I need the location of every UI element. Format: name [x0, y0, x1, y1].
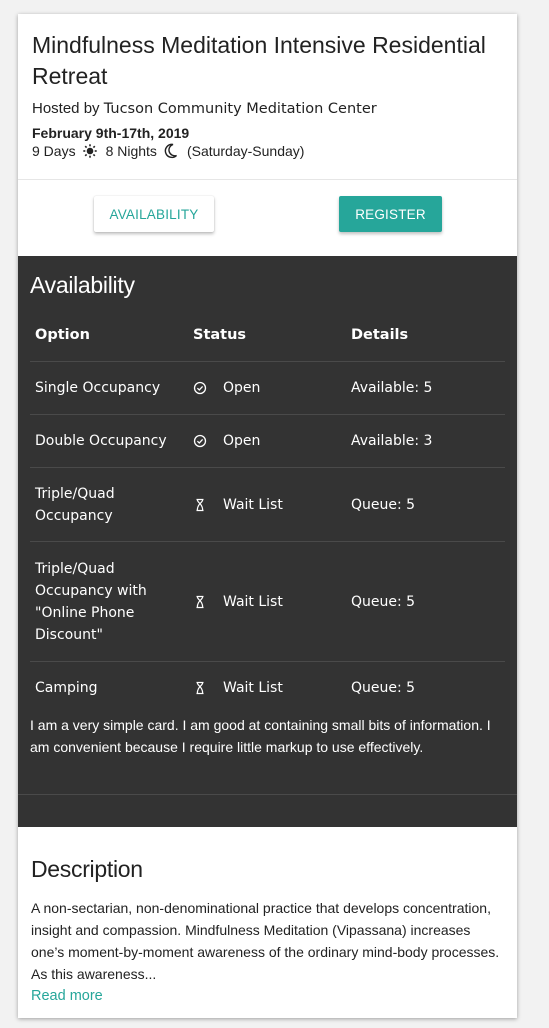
description-section: Description A non-sectarian, non-denomin…: [31, 856, 501, 1005]
hourglass-icon: [193, 595, 207, 609]
table-row: Camping Wait List Queue: 5: [30, 661, 505, 715]
event-title: Mindfulness Meditation Intensive Residen…: [32, 32, 486, 89]
sun-icon: [82, 143, 98, 159]
option-cell: Camping: [35, 680, 98, 697]
host-name: Tucson Community Meditation Center: [103, 101, 377, 117]
days-count: 9 Days: [32, 143, 76, 159]
availability-table: Option Status Details Single Occupancy O…: [30, 308, 505, 715]
availability-panel: Availability Option Status Details Singl…: [18, 256, 517, 827]
status-cell: Wait List: [193, 594, 341, 610]
details-cell: Queue: 5: [351, 496, 416, 513]
event-dates: February 9th-17th, 2019: [32, 125, 190, 141]
hourglass-icon: [193, 498, 207, 512]
event-card: Mindfulness Meditation Intensive Residen…: [18, 14, 517, 1018]
check-circle-icon: [193, 381, 207, 395]
availability-title: Availability: [30, 272, 135, 298]
hourglass-icon: [193, 681, 207, 695]
status-cell: Wait List: [193, 680, 341, 696]
option-cell: Single Occupancy: [35, 380, 161, 396]
details-cell: Queue: 5: [351, 680, 416, 697]
availability-button[interactable]: Availability: [94, 196, 214, 232]
read-more-link[interactable]: Read more: [31, 988, 103, 1004]
date-range: (Saturday-Sunday): [186, 143, 305, 159]
check-circle-icon: [193, 434, 207, 448]
table-row: Double Occupancy Open Available: 3: [30, 414, 505, 468]
table-row: Triple/Quad Occupancy Wait List Queue: 5: [30, 467, 505, 542]
description-title: Description: [31, 856, 143, 882]
action-bar: Availability Register: [18, 180, 517, 256]
status-text: Open: [223, 380, 261, 396]
details-cell: Queue: 5: [351, 593, 416, 610]
status-text: Open: [223, 433, 261, 449]
option-cell: Triple/Quad Occupancy: [35, 485, 115, 524]
details-cell: Available: 5: [351, 380, 433, 396]
host-line: Hosted by Tucson Community Meditation Ce…: [32, 100, 503, 117]
status-cell: Wait List: [193, 497, 341, 513]
description-text: A non-sectarian, non-denominational prac…: [31, 900, 500, 982]
column-header-details: Details: [351, 326, 409, 343]
status-text: Wait List: [223, 593, 283, 610]
option-cell: Double Occupancy: [35, 433, 167, 449]
option-cell: Triple/Quad Occupancy with "Online Phone…: [35, 560, 147, 643]
table-row: Single Occupancy Open Available: 5: [30, 361, 505, 415]
register-button[interactable]: Register: [339, 196, 442, 232]
column-header-option: Option: [35, 326, 90, 343]
hosted-prefix: Hosted by: [32, 100, 100, 117]
column-header-status: Status: [193, 326, 247, 343]
details-cell: Available: 3: [351, 433, 433, 449]
nights-count: 8 Nights: [105, 143, 157, 159]
moon-icon: [163, 143, 179, 159]
status-cell: Open: [193, 433, 341, 449]
event-header: Mindfulness Meditation Intensive Residen…: [18, 14, 517, 180]
divider: [18, 794, 517, 795]
status-cell: Open: [193, 380, 341, 396]
event-duration: 9 Days 8 Nights (Saturday-Sunday): [32, 143, 503, 159]
status-text: Wait List: [223, 680, 283, 697]
card-text: I am a very simple card. I am good at co…: [30, 717, 491, 755]
table-row: Triple/Quad Occupancy with "Online Phone…: [30, 541, 505, 662]
status-text: Wait List: [223, 496, 283, 513]
